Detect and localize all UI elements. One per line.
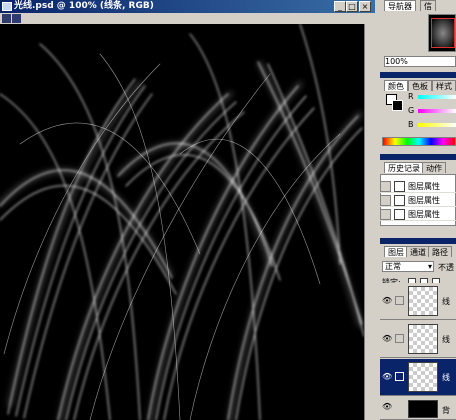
layer-link-box[interactable] bbox=[395, 334, 404, 343]
tab-actions[interactable]: 动作 bbox=[422, 162, 446, 173]
layer-link-box[interactable] bbox=[395, 296, 404, 305]
history-step-icon bbox=[394, 209, 405, 220]
light-streaks-artwork bbox=[0, 24, 365, 420]
document-window: 光线.psd @ 100% (线条, RGB) _ □ × bbox=[0, 0, 375, 420]
minimize-button[interactable]: _ bbox=[334, 1, 346, 12]
layer-thumbnail bbox=[408, 400, 438, 418]
maximize-button[interactable]: □ bbox=[346, 1, 358, 12]
layer-row[interactable]: 👁 线 bbox=[380, 283, 456, 320]
layer-row[interactable]: 👁 线 bbox=[380, 321, 456, 358]
r-slider[interactable] bbox=[418, 95, 456, 99]
opacity-label: 不透 bbox=[438, 263, 454, 272]
history-panel-titlebar[interactable] bbox=[380, 154, 456, 160]
navigator-view-box[interactable] bbox=[431, 18, 455, 48]
history-snapshot-checkbox[interactable] bbox=[380, 195, 391, 206]
navigator-thumbnail[interactable] bbox=[428, 14, 456, 52]
image-canvas[interactable] bbox=[0, 24, 375, 420]
history-item[interactable]: 图层属性 bbox=[380, 208, 456, 221]
g-label: G bbox=[408, 106, 415, 115]
layer-name: 线 bbox=[442, 335, 450, 344]
tab-swatches[interactable]: 色板 bbox=[408, 80, 432, 91]
layer-row[interactable]: 👁 背 bbox=[380, 397, 456, 420]
history-item[interactable]: 图层属性 bbox=[380, 194, 456, 207]
tab-info[interactable]: 信 bbox=[420, 0, 436, 11]
background-color-swatch[interactable] bbox=[392, 100, 403, 111]
history-step-icon bbox=[394, 181, 405, 192]
eye-icon[interactable]: 👁 bbox=[382, 335, 392, 343]
history-snapshot-checkbox[interactable] bbox=[380, 181, 391, 192]
eye-icon[interactable]: 👁 bbox=[382, 403, 392, 411]
document-ruler-corner bbox=[0, 13, 375, 24]
photoshop-doc-icon bbox=[2, 2, 12, 11]
close-button[interactable]: × bbox=[359, 1, 371, 12]
palettes-column: 导航器 信 100% 颜色 色板 样式 R G B 历史记录 动作 图层属性 图… bbox=[376, 0, 456, 420]
layer-thumbnail bbox=[408, 362, 438, 392]
layer-name: 线 bbox=[442, 297, 450, 306]
history-item[interactable]: 图层属性 bbox=[380, 180, 456, 193]
blend-mode-select[interactable]: 正常 ▾ bbox=[382, 261, 434, 272]
b-slider[interactable] bbox=[418, 123, 456, 127]
tab-navigator[interactable]: 导航器 bbox=[384, 0, 416, 11]
tab-paths[interactable]: 路径 bbox=[428, 246, 452, 257]
layers-panel-titlebar[interactable] bbox=[380, 238, 456, 244]
history-snapshot-checkbox[interactable] bbox=[380, 209, 391, 220]
eye-icon[interactable]: 👁 bbox=[382, 373, 392, 381]
eye-icon[interactable]: 👁 bbox=[382, 297, 392, 305]
r-label: R bbox=[408, 92, 414, 101]
vertical-scrollbar[interactable] bbox=[364, 24, 375, 420]
history-step-icon bbox=[394, 195, 405, 206]
color-ramp[interactable] bbox=[382, 137, 456, 146]
tab-channels[interactable]: 通道 bbox=[406, 246, 430, 257]
color-panel-titlebar[interactable] bbox=[380, 72, 456, 78]
tab-layers[interactable]: 图层 bbox=[384, 246, 408, 257]
layer-row-selected[interactable]: 👁 线 bbox=[380, 359, 456, 396]
zoom-field[interactable]: 100% bbox=[384, 56, 456, 67]
grid-icon[interactable] bbox=[12, 14, 21, 23]
g-slider[interactable] bbox=[418, 109, 456, 113]
document-title: 光线.psd @ 100% (线条, RGB) bbox=[14, 1, 154, 11]
tab-history[interactable]: 历史记录 bbox=[384, 162, 424, 173]
tab-color[interactable]: 颜色 bbox=[384, 80, 408, 91]
tab-styles[interactable]: 样式 bbox=[432, 80, 456, 91]
layer-name: 线 bbox=[442, 373, 450, 382]
document-titlebar[interactable]: 光线.psd @ 100% (线条, RGB) bbox=[0, 0, 375, 13]
layer-thumbnail bbox=[408, 324, 438, 354]
ruler-icon[interactable] bbox=[2, 14, 11, 23]
layer-thumbnail bbox=[408, 286, 438, 316]
b-label: B bbox=[408, 120, 414, 129]
brush-icon[interactable] bbox=[395, 372, 404, 381]
layer-name: 背 bbox=[442, 406, 450, 415]
chevron-down-icon: ▾ bbox=[427, 262, 432, 271]
